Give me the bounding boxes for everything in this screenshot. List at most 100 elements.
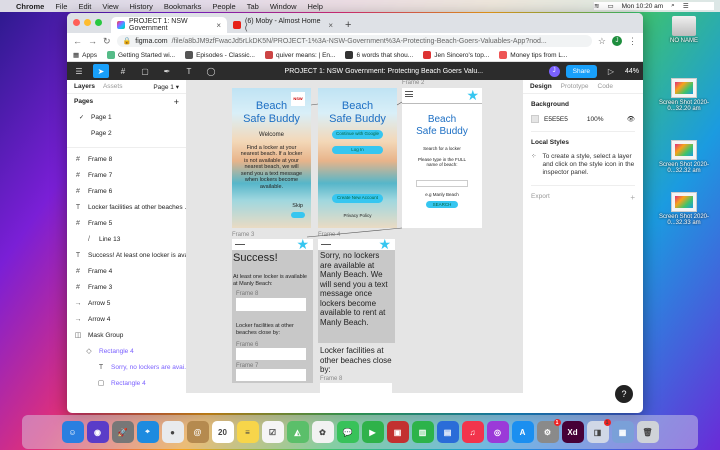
back-icon[interactable]: ← [73, 36, 82, 46]
menu-window[interactable]: Window [270, 2, 297, 11]
bookmark-item[interactable]: Episodes - Classic... [185, 51, 255, 59]
layer-row[interactable]: → Arrow 5 [67, 295, 186, 311]
dock-system-preferences-icon[interactable]: ⚙ 1 [536, 419, 561, 443]
bookmark-item[interactable]: Getting Started wi... [106, 51, 175, 59]
dock-facetime-icon[interactable]: ▶ [361, 421, 384, 443]
dock-calendar-icon[interactable]: 20 [211, 421, 234, 443]
bookmark-item[interactable]: 6 words that shou... [345, 51, 413, 59]
dock-podcasts-icon[interactable]: ◎ [486, 421, 509, 443]
dock-preview-icon[interactable]: ◨ 1 [586, 419, 611, 443]
dock-maps-icon[interactable]: ◭ [286, 421, 309, 443]
reload-icon[interactable]: ↻ [103, 36, 111, 47]
file-title[interactable]: PROJECT 1: NSW Government: Protecting Be… [225, 68, 543, 75]
url-field[interactable]: 🔒 figma.com/file/a8bJM9zfFwacJd5rLkDK5N/… [116, 35, 592, 47]
layer-row[interactable]: ◫ Mask Group [67, 327, 186, 343]
page-item-2[interactable]: Page 2 [67, 125, 186, 141]
tab-figma[interactable]: PROJECT 1: NSW Government × [111, 17, 227, 33]
tab-layers[interactable]: Layers [74, 83, 95, 90]
layer-row[interactable]: # Frame 8 [67, 151, 186, 167]
dock-app-store-icon[interactable]: A [511, 421, 534, 443]
dock-trash-icon[interactable]: 🗑 [636, 421, 659, 443]
layer-row[interactable]: ▢ Rectangle 4 [67, 375, 186, 391]
menu-tab[interactable]: Tab [247, 2, 259, 11]
layer-row[interactable]: → Arrow 4 [67, 311, 186, 327]
tab-design[interactable]: Design [530, 83, 552, 90]
tab-assets[interactable]: Assets [103, 83, 123, 90]
share-button[interactable]: Share [565, 64, 597, 78]
menu-help[interactable]: Help [308, 2, 323, 11]
tab-code[interactable]: Code [598, 83, 614, 90]
zoom-level[interactable]: 44% [625, 68, 639, 75]
present-icon[interactable]: ▷ [603, 64, 619, 78]
dock-adobe-xd-icon[interactable]: Xd [561, 421, 584, 443]
bookmark-apps[interactable]: ▦ Apps [73, 51, 97, 60]
desktop-screenshot-2[interactable]: Screen Shot 2020-0...32.32 am [654, 140, 714, 174]
layer-row[interactable]: T Sorry, no lockers are avai... [67, 359, 186, 375]
layer-row[interactable]: # Frame 5 [67, 215, 186, 231]
wifi-icon[interactable]: ≋ [594, 2, 599, 10]
bookmark-item[interactable]: quiver means: | En... [264, 51, 335, 59]
dock-photos-icon[interactable]: ✿ [311, 421, 334, 443]
shape-tool-icon[interactable]: ▢ [137, 64, 153, 78]
menu-view[interactable]: View [102, 2, 118, 11]
new-tab-button[interactable]: + [339, 19, 357, 33]
dock-notes-icon[interactable]: ≡ [236, 421, 259, 443]
layer-row[interactable]: # Frame 6 [67, 183, 186, 199]
close-window-button[interactable] [73, 19, 80, 26]
profile-avatar[interactable]: J [612, 36, 622, 46]
control-list-icon[interactable]: ☰ [683, 2, 689, 10]
menu-file[interactable]: File [55, 2, 67, 11]
move-tool-icon[interactable]: ➤ [93, 64, 109, 78]
menu-clock[interactable]: Mon 10:20 am [622, 3, 664, 10]
dock-numbers-icon[interactable]: ▥ [411, 421, 434, 443]
dock-chrome-icon[interactable]: ● [161, 421, 184, 443]
dock-keynote-icon[interactable]: ▤ [436, 421, 459, 443]
close-tab-icon[interactable]: × [216, 21, 221, 30]
user-avatar[interactable]: J [548, 65, 560, 77]
menu-people[interactable]: People [212, 2, 235, 11]
layer-row[interactable]: T Locker facilities at other beaches ... [67, 199, 186, 215]
dock-music-icon[interactable]: ♫ [461, 421, 484, 443]
dock-launchpad-icon[interactable]: 🚀 [111, 421, 134, 443]
battery-icon[interactable]: ▭ [607, 2, 613, 10]
dock-safari-icon[interactable]: ⌖ [136, 421, 159, 443]
layer-row[interactable]: ◇ Rectangle 4 [67, 343, 186, 359]
dock-reminders-icon[interactable]: ☑ [261, 421, 284, 443]
zoom-window-button[interactable] [95, 19, 102, 26]
background-hex-input[interactable]: E5E5E5 [544, 116, 568, 123]
tab-youtube[interactable]: (6) Moby - Almost Home ( × [227, 17, 339, 33]
dock-messages-icon[interactable]: 💬 [336, 421, 359, 443]
dock-contacts-icon[interactable]: @ [186, 421, 209, 443]
add-page-icon[interactable]: + [174, 97, 179, 107]
eye-icon[interactable]: 👁 [627, 115, 635, 123]
layer-row[interactable]: #Rectangle 3 [67, 391, 186, 393]
page-item-1[interactable]: ✓ Page 1 [67, 109, 186, 125]
pen-tool-icon[interactable]: ✒ [159, 64, 175, 78]
page-selector[interactable]: Page 1 ▾ [153, 83, 179, 91]
desktop-screenshot-1[interactable]: Screen Shot 2020-0...32.20 am [654, 78, 714, 112]
background-opacity-input[interactable]: 100% [587, 116, 604, 123]
dock-finder-icon[interactable]: ☺ [61, 421, 84, 443]
menu-history[interactable]: History [130, 2, 153, 11]
layer-row[interactable]: # Frame 4 [67, 263, 186, 279]
close-tab-icon[interactable]: × [328, 21, 333, 30]
bookmark-item[interactable]: Money tips from L... [499, 51, 567, 59]
design-canvas[interactable]: NSW Beach Safe Buddy Welcome Find a lock… [187, 80, 522, 393]
layer-row[interactable]: # Frame 3 [67, 279, 186, 295]
dock-finder-window-icon[interactable]: ▦ [611, 421, 634, 443]
main-menu-icon[interactable]: ☰ [71, 64, 87, 78]
spotlight-icon[interactable]: ⌕ [671, 2, 675, 10]
forward-icon[interactable]: → [88, 36, 97, 46]
background-swatch[interactable] [531, 115, 539, 123]
menu-bookmarks[interactable]: Bookmarks [164, 2, 202, 11]
menu-edit[interactable]: Edit [78, 2, 91, 11]
desktop-screenshot-3[interactable]: Screen Shot 2020-0...32.33 am [654, 192, 714, 226]
help-button[interactable]: ? [615, 385, 633, 403]
dock-photo-booth-icon[interactable]: ▣ [386, 421, 409, 443]
frame-tool-icon[interactable]: # [115, 64, 131, 78]
dock-siri-icon[interactable]: ◉ [86, 421, 109, 443]
desktop-drive[interactable]: NO NAME [654, 16, 714, 44]
layer-row[interactable]: / Line 13 [67, 231, 186, 247]
kebab-menu-icon[interactable]: ⋮ [628, 36, 637, 47]
bookmark-star-icon[interactable]: ☆ [598, 36, 606, 47]
